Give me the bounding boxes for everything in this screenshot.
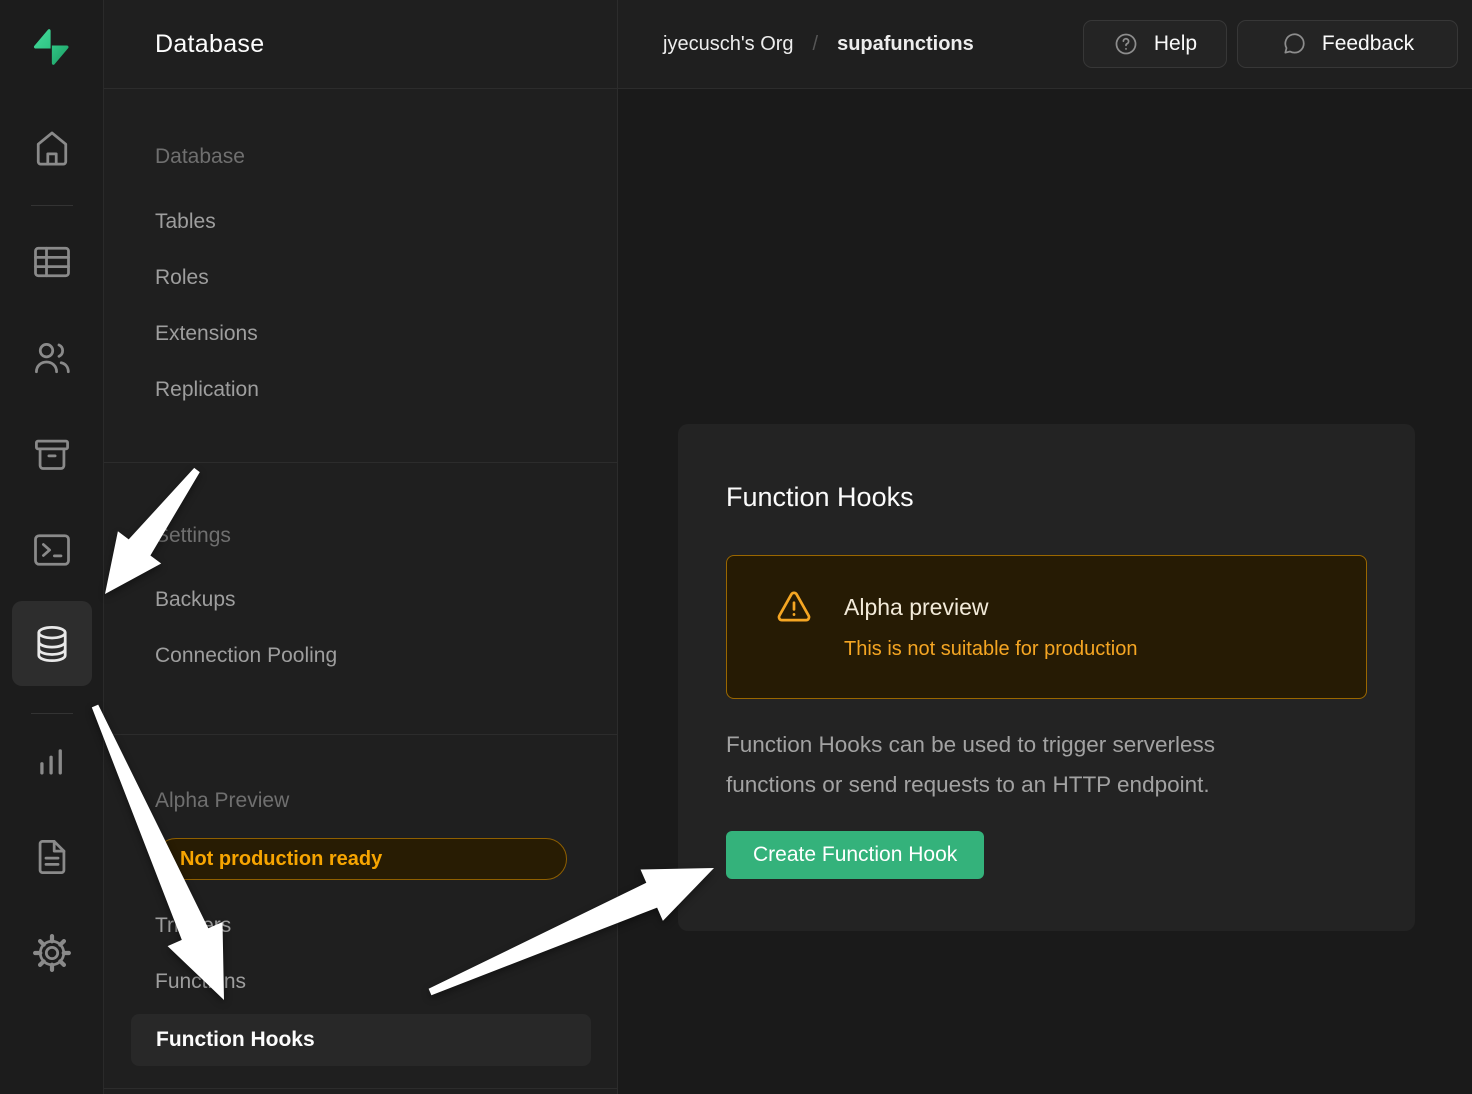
main-header: jyecusch's Org / supafunctions Help Feed… xyxy=(618,0,1472,89)
alert-subtitle: This is not suitable for production xyxy=(844,634,1138,664)
sidebar-item-connection-pooling[interactable]: Connection Pooling xyxy=(104,628,617,684)
users-icon xyxy=(30,336,74,380)
sidebar-item-functions[interactable]: Functions xyxy=(104,954,617,1010)
table-editor-nav-button[interactable] xyxy=(0,234,104,290)
help-button-label: Help xyxy=(1154,32,1197,56)
sidebar-section-alpha-preview: Alpha Preview Not production ready Trigg… xyxy=(104,734,617,1089)
sidebar-item-roles[interactable]: Roles xyxy=(104,250,617,306)
section-label-alpha-preview: Alpha Preview xyxy=(155,786,617,816)
sidebar-title: Database xyxy=(155,30,264,59)
database-sidebar: Database Database Tables Roles Extension… xyxy=(104,0,618,1094)
section-label-settings: Settings xyxy=(155,521,617,551)
supabase-logo[interactable] xyxy=(28,24,74,70)
bar-chart-icon xyxy=(30,739,74,783)
sidebar-item-function-hooks-active[interactable]: Function Hooks xyxy=(131,1014,591,1066)
card-description: Function Hooks can be used to trigger se… xyxy=(726,725,1356,805)
icon-rail xyxy=(0,0,104,1094)
settings-nav-button[interactable] xyxy=(0,925,104,981)
auth-users-nav-button[interactable] xyxy=(0,330,104,386)
supabase-bolt-icon xyxy=(28,24,74,70)
alert-title: Alpha preview xyxy=(844,588,1138,626)
card-description-line: Function Hooks can be used to trigger se… xyxy=(726,725,1356,765)
terminal-icon xyxy=(30,528,74,572)
function-hooks-card: Function Hooks Alpha preview This is not… xyxy=(678,424,1415,931)
help-question-icon xyxy=(1113,31,1139,57)
storage-box-icon xyxy=(30,432,74,476)
sidebar-section-settings: Settings Backups Connection Pooling xyxy=(104,462,617,734)
storage-nav-button[interactable] xyxy=(0,426,104,482)
feedback-button-label: Feedback xyxy=(1322,32,1414,56)
sidebar-item-backups[interactable]: Backups xyxy=(104,572,617,628)
sql-editor-nav-button[interactable] xyxy=(0,522,104,578)
alert-text: Alpha preview This is not suitable for p… xyxy=(844,588,1138,664)
card-description-line: functions or send requests to an HTTP en… xyxy=(726,765,1356,805)
section-label-database: Database xyxy=(155,142,617,172)
warning-triangle-icon xyxy=(775,588,813,626)
menu-list: Triggers Functions Function Hooks xyxy=(104,898,617,1066)
table-editor-icon xyxy=(30,240,74,284)
breadcrumb: jyecusch's Org / supafunctions xyxy=(663,33,974,56)
gear-icon xyxy=(30,931,74,975)
rail-divider xyxy=(31,205,73,206)
create-function-hook-button[interactable]: Create Function Hook xyxy=(726,831,984,879)
reports-nav-button[interactable] xyxy=(0,733,104,789)
document-icon xyxy=(30,835,74,879)
sidebar-item-tables[interactable]: Tables xyxy=(104,194,617,250)
menu-list: Backups Connection Pooling xyxy=(104,572,617,684)
alpha-preview-alert: Alpha preview This is not suitable for p… xyxy=(726,555,1367,699)
feedback-bubble-icon xyxy=(1281,31,1307,57)
feedback-button[interactable]: Feedback xyxy=(1237,20,1458,68)
help-button[interactable]: Help xyxy=(1083,20,1227,68)
app-window: Database Database Tables Roles Extension… xyxy=(0,0,1472,1094)
home-nav-button[interactable] xyxy=(0,120,104,176)
menu-list: Tables Roles Extensions Replication xyxy=(104,194,617,418)
breadcrumb-org[interactable]: jyecusch's Org xyxy=(663,33,794,56)
sidebar-item-extensions[interactable]: Extensions xyxy=(104,306,617,362)
breadcrumb-project[interactable]: supafunctions xyxy=(837,33,974,56)
docs-nav-button[interactable] xyxy=(0,829,104,885)
sidebar-section-database: Database Tables Roles Extensions Replica… xyxy=(104,89,617,462)
breadcrumb-separator: / xyxy=(813,33,819,56)
sidebar-item-triggers[interactable]: Triggers xyxy=(104,898,617,954)
rail-divider xyxy=(31,713,73,714)
home-icon xyxy=(30,126,74,170)
not-production-ready-badge: Not production ready xyxy=(155,838,567,880)
sidebar-item-replication[interactable]: Replication xyxy=(104,362,617,418)
database-nav-button-active[interactable] xyxy=(12,601,92,686)
card-title: Function Hooks xyxy=(726,481,1367,513)
header-actions: Help Feedback xyxy=(1083,20,1458,68)
sidebar-header: Database xyxy=(104,0,617,89)
database-icon xyxy=(30,622,74,666)
